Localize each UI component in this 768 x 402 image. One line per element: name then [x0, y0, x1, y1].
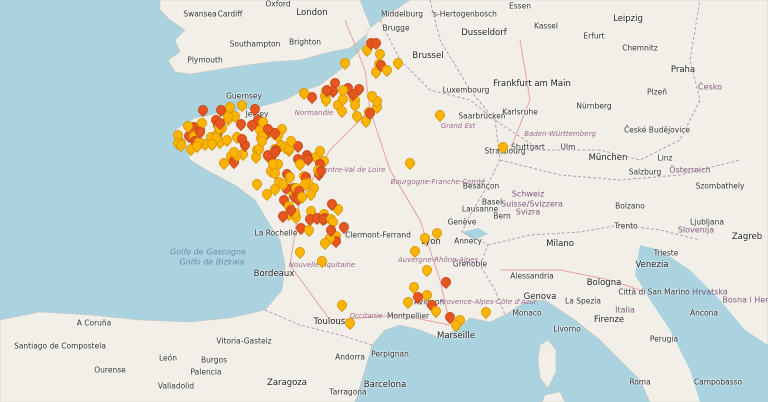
map-canvas[interactable]: Swansea Cardiff Oxford London Southampto…	[0, 0, 768, 402]
label-plzen: Plzeň	[647, 87, 667, 97]
label-salzburg: Salzburg	[628, 167, 662, 177]
land-corsica	[537, 339, 557, 389]
label-trento: Trento	[614, 221, 638, 231]
label-milano: Milano	[546, 239, 574, 249]
label-frankfurt: Frankfurt am Main	[493, 79, 571, 89]
label-kassel: Kassel	[534, 21, 558, 31]
label-baden: Baden-Württemberg	[524, 130, 596, 138]
label-geneve: Genève	[447, 217, 477, 227]
label-occitanie: Occitanie	[349, 312, 383, 320]
label-leipzig: Leipzig	[613, 14, 643, 24]
label-cesko: Česko	[698, 82, 722, 92]
label-burgos: Burgos	[200, 355, 228, 365]
label-firenze: Firenze	[593, 315, 625, 325]
label-monaco: Monaco	[512, 308, 542, 318]
label-ceske-budejovice: České Budějovice	[623, 125, 691, 135]
label-middelburg: Middelburg	[380, 9, 424, 19]
label-ourense: Ourense	[94, 365, 126, 375]
label-auvergne: Auvergne-Rhône-Alpes	[397, 256, 479, 264]
label-essen: Essen	[509, 1, 531, 11]
label-schweiz: Schweiz	[511, 189, 545, 199]
label-valladolid: Valladolid	[157, 381, 195, 391]
label-swansea: Swansea	[183, 9, 217, 19]
label-golfo: Golfo de Bizkaia	[179, 257, 245, 267]
label-leon: León	[158, 353, 178, 363]
label-zagreb: Zagreb	[731, 232, 763, 242]
label-hertogenbosch: 's-Hertogenbosch	[431, 9, 497, 19]
label-santiago: Santiago de Compostela	[14, 341, 106, 351]
label-szombathely: Szombathely	[695, 181, 745, 191]
label-praha: Praha	[670, 65, 696, 75]
label-vitoria: Vitoria-Gasteiz	[216, 336, 272, 346]
label-campobasso: Campobasso	[693, 377, 743, 387]
label-clermont: Clermont-Ferrand	[345, 230, 411, 240]
label-plymouth: Plymouth	[187, 55, 223, 65]
label-andorra: Andorra	[335, 352, 365, 362]
label-chemnitz: Chemnitz	[622, 43, 658, 53]
label-alessandria: Alessandria	[510, 271, 554, 281]
label-italia: Italia	[615, 305, 635, 315]
label-larochelle: La Rochelle	[254, 228, 298, 238]
label-osterreich: Österreich	[669, 165, 711, 175]
label-linz: Linz	[657, 153, 673, 163]
label-ulm: Ulm	[560, 142, 576, 152]
label-perugia: Perugia	[649, 334, 679, 344]
label-acoruna: A Coruña	[76, 318, 112, 328]
label-guernsey: Guernsey	[226, 91, 262, 101]
label-southampton: Southampton	[229, 39, 281, 49]
label-saarbrucken: Saarbrücken	[458, 111, 506, 121]
label-annecy: Annecy	[454, 236, 482, 246]
label-normandie: Normandie	[294, 109, 334, 117]
label-munchen: München	[588, 153, 628, 163]
label-dusseldorf: Dusseldorf	[461, 28, 507, 38]
label-erfurt: Erfurt	[583, 31, 605, 41]
label-la-spezia: La Spezia	[565, 296, 601, 306]
label-london: London	[296, 8, 328, 18]
label-zaragoza: Zaragoza	[266, 378, 308, 388]
label-bourgogne: Bourgogne-Franche-Comté	[390, 178, 486, 186]
label-lausanne: Lausanne	[461, 204, 499, 214]
label-nurnberg: Nürnberg	[576, 101, 612, 111]
label-brugge: Brugge	[382, 23, 410, 33]
label-montpellier: Montpellier	[386, 311, 430, 321]
label-luxembourg: Luxembourg	[442, 85, 490, 95]
label-centre: Centre-Val de Loire	[318, 166, 386, 174]
label-perpignan: Perpignan	[371, 349, 409, 359]
label-brussel: Brussel	[412, 51, 444, 61]
label-slovenija: Slovenija	[677, 225, 715, 235]
label-paca: Provence-Alpes-Côte d'Azur	[439, 298, 537, 306]
label-golfe: Golfe de Gascogne	[170, 247, 246, 257]
label-bologna: Bologna	[586, 278, 622, 288]
label-roma: Roma	[629, 377, 651, 387]
label-palencia: Palencia	[190, 367, 222, 377]
label-ancona: Ancona	[690, 308, 718, 318]
label-bolzano: Bolzano	[615, 201, 645, 211]
label-livorno: Livorno	[553, 324, 581, 334]
label-marseille: Marseille	[436, 331, 476, 341]
label-oxford: Oxford	[265, 0, 291, 9]
label-karlsruhe: Karlsruhe	[502, 107, 538, 117]
label-cardiff: Cardiff	[217, 9, 243, 19]
label-brighton: Brighton	[288, 37, 322, 47]
label-citta-sm: Città di San Marino	[618, 287, 690, 297]
label-venezia: Venezia	[635, 260, 669, 270]
label-grand-est: Grand Est	[440, 122, 476, 130]
label-trieste: Trieste	[653, 248, 679, 258]
label-barcelona: Barcelona	[363, 380, 407, 390]
land-sardinia	[541, 391, 566, 402]
label-tarragona: Tarragona	[329, 387, 367, 397]
label-svizra: Svizra	[515, 207, 541, 217]
label-bordeaux: Bordeaux	[253, 269, 295, 279]
label-bosna: Bosna i Herce	[722, 295, 768, 305]
